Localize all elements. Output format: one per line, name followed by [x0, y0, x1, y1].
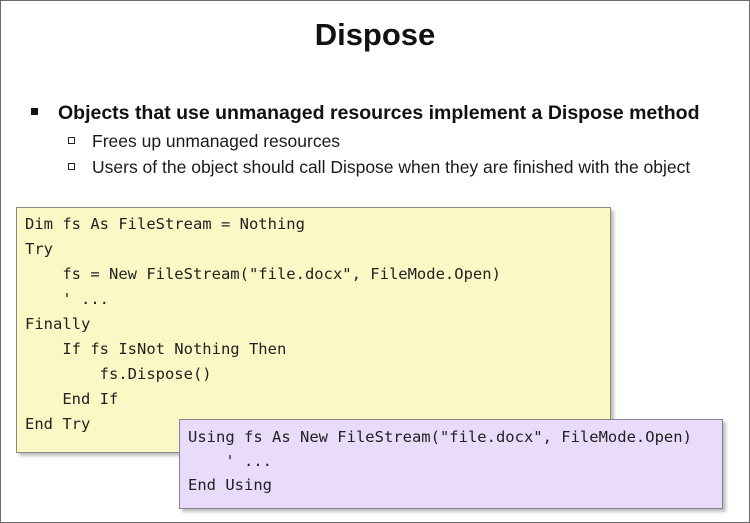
code-block-using: Using fs As New FileStream("file.docx", … [179, 419, 723, 509]
main-bullet-text: Objects that use unmanaged resources imp… [58, 102, 700, 124]
hollow-square-bullet-icon [68, 137, 75, 144]
sub-bullet: Frees up unmanaged resources [68, 131, 340, 152]
sub-bullet: Users of the object should call Dispose … [68, 157, 690, 178]
code-block-try-finally: Dim fs As FileStream = Nothing Try fs = … [16, 207, 611, 453]
hollow-square-bullet-icon [68, 163, 75, 170]
code-line: Using fs As New FileStream("file.docx", … [188, 428, 692, 446]
slide-title: Dispose [314, 17, 436, 52]
code-line: If fs IsNot Nothing Then [25, 340, 287, 358]
code-line: ' ... [188, 452, 272, 470]
sub-bullet-text: Users of the object should call Dispose … [92, 157, 691, 177]
code-line: Finally [25, 315, 91, 333]
main-bullet: Objects that use unmanaged resources imp… [31, 102, 700, 125]
square-bullet-icon [31, 108, 38, 115]
code-line: Try [25, 240, 53, 258]
code-line: fs = New FileStream("file.docx", FileMod… [25, 265, 501, 283]
code-line: ' ... [25, 290, 109, 308]
code-line: End Using [188, 476, 272, 494]
code-line: End If [25, 390, 119, 408]
code-line: fs.Dispose() [25, 365, 212, 383]
code-line: Dim fs As FileStream = Nothing [25, 215, 305, 233]
sub-bullet-text: Frees up unmanaged resources [92, 131, 341, 151]
slide: Dispose Objects that use unmanaged resou… [0, 0, 750, 523]
